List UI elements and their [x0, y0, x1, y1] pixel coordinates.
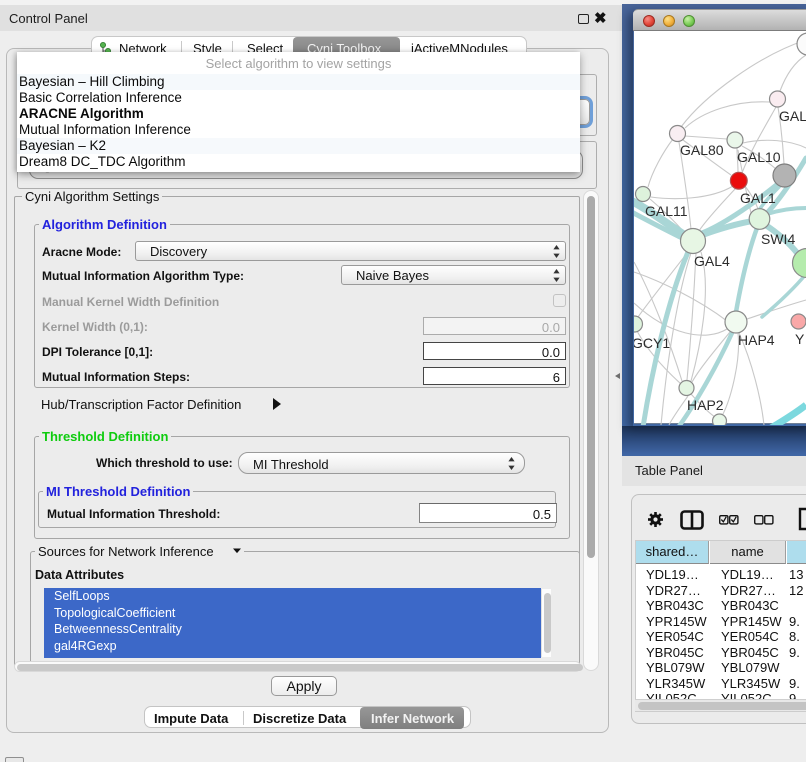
svg-text:GAL: GAL [779, 108, 806, 124]
svg-text:GAL80: GAL80 [680, 142, 724, 158]
svg-text:HAP2: HAP2 [687, 397, 724, 413]
svg-text:Y: Y [795, 331, 805, 347]
svg-text:HAP4: HAP4 [738, 332, 775, 348]
svg-text:GAL1: GAL1 [740, 190, 776, 206]
svg-text:GCY1: GCY1 [634, 335, 670, 351]
svg-text:GAL10: GAL10 [737, 149, 781, 165]
svg-text:GAL4: GAL4 [694, 253, 730, 269]
svg-text:GAL11: GAL11 [645, 203, 688, 219]
svg-text:SWI4: SWI4 [761, 231, 795, 247]
